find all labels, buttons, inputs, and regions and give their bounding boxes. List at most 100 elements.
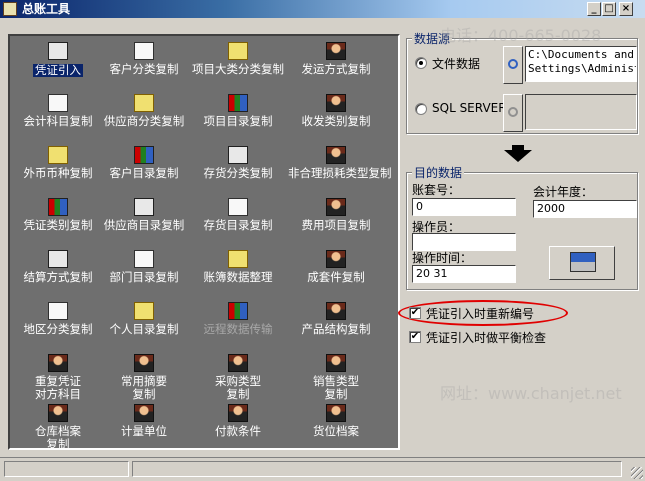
supplier-category-copy-icon [134,94,154,112]
tool-label: 付款条件 [215,424,261,438]
tool-department-catalog-copy[interactable]: 部门目录复制 [96,250,192,284]
file-data-label: 文件数据 [432,57,481,71]
receive-send-category-copy-icon [326,94,346,112]
tool-supplier-catalog-copy[interactable]: 供应商目录复制 [96,198,192,232]
department-catalog-copy-icon [134,250,154,268]
time-input[interactable]: 20 31 [412,265,516,283]
tool-label: 重复凭证 对方科目 [35,374,81,401]
tool-label: 发运方式复制 [301,62,371,76]
tool-inventory-catalog-copy[interactable]: 存货目录复制 [190,198,286,232]
tool-label: 仓库档案 复制 [35,424,81,451]
tool-expense-item-copy[interactable]: 费用项目复制 [288,198,384,232]
tool-account-subject-copy[interactable]: 会计科目复制 [10,94,106,128]
tool-sales-type-copy[interactable]: 销售类型 复制 [288,354,384,401]
tool-shipping-method-copy[interactable]: 发运方式复制 [288,42,384,76]
unreasonable-loss-type-copy-icon [326,146,346,164]
tool-voucher-import[interactable]: 凭证引入 [10,42,106,77]
tool-label: 销售类型 复制 [313,374,359,401]
account-input[interactable]: 0 [412,198,516,216]
tool-remote-data-transfer[interactable]: 远程数据传输 [190,302,286,336]
tool-label: 地区分类复制 [23,322,93,336]
renumber-label: 凭证引入时重新编号 [426,307,535,321]
file-browse-button[interactable] [503,46,523,84]
tool-ledger-data-cleanup[interactable]: 账簿数据整理 [190,250,286,284]
tool-measurement-unit[interactable]: 计量单位 [96,404,192,438]
repeat-voucher-contra-account-icon [48,354,68,372]
minimize-button[interactable]: _ [587,2,601,16]
region-category-copy-icon [48,302,68,320]
tool-label: 非合理损耗类型复制 [288,166,392,180]
tool-label: 项目目录复制 [203,114,273,128]
warehouse-archive-copy-icon [48,404,68,422]
tool-inventory-category-copy[interactable]: 存货分类复制 [190,146,286,180]
kit-copy-icon [326,250,346,268]
file-path-input[interactable]: C:\Documents and Settings\Administ [525,46,637,82]
tool-region-category-copy[interactable]: 地区分类复制 [10,302,106,336]
tool-label: 账簿数据整理 [203,270,273,284]
resize-grip[interactable] [631,467,643,479]
tool-receive-send-category-copy[interactable]: 收发类别复制 [288,94,384,128]
sales-type-copy-icon [326,354,346,372]
sql-server-input[interactable] [525,94,637,130]
execute-button[interactable] [549,246,615,280]
tool-warehouse-archive-copy[interactable]: 仓库档案 复制 [10,404,106,451]
payment-terms-icon [228,404,248,422]
tool-label: 凭证引入 [33,63,83,77]
sql-server-label: SQL SERVER [432,101,507,115]
tool-common-summary-copy[interactable]: 常用摘要 复制 [96,354,192,401]
balance-check-checkbox[interactable]: ✔ [409,331,421,343]
tool-foreign-currency-copy[interactable]: 外币币种复制 [10,146,106,180]
tool-supplier-category-copy[interactable]: 供应商分类复制 [96,94,192,128]
tool-label: 货位档案 [313,424,359,438]
tool-label: 部门目录复制 [109,270,179,284]
magnifier-icon [508,107,518,117]
tool-customer-catalog-copy[interactable]: 客户目录复制 [96,146,192,180]
voucher-category-copy-icon [48,198,68,216]
sql-server-radio[interactable] [415,103,427,115]
tool-unreasonable-loss-type-copy[interactable]: 非合理损耗类型复制 [288,146,392,180]
tool-project-major-category-copy[interactable]: 项目大类分类复制 [190,42,286,76]
tool-label: 常用摘要 复制 [121,374,167,401]
file-data-radio[interactable] [415,57,427,69]
project-catalog-copy-icon [228,94,248,112]
personal-catalog-copy-icon [134,302,154,320]
ledger-data-cleanup-icon [228,250,248,268]
tool-storage-location-archive[interactable]: 货位档案 [288,404,384,438]
maximize-button[interactable]: □ [602,2,616,16]
account-label: 账套号： [412,183,461,197]
foreign-currency-copy-icon [48,146,68,164]
tool-project-catalog-copy[interactable]: 项目目录复制 [190,94,286,128]
tool-customer-category-copy[interactable]: 客户分类复制 [96,42,192,76]
close-button[interactable]: × [619,2,633,16]
storage-location-archive-icon [326,404,346,422]
tool-label: 存货分类复制 [203,166,273,180]
target-group-title: 目的数据 [412,164,465,181]
tool-label: 项目大类分类复制 [192,62,284,76]
tool-settlement-method-copy[interactable]: 结算方式复制 [10,250,106,284]
tool-label: 产品结构复制 [301,322,371,336]
sql-browse-button[interactable] [503,94,523,132]
supplier-catalog-copy-icon [134,198,154,216]
source-group-title: 数据源 [412,30,453,47]
tool-product-structure-copy[interactable]: 产品结构复制 [288,302,384,336]
tool-purchase-type-copy[interactable]: 采购类型 复制 [190,354,286,401]
title-bar: 总账工具 _ □ × [0,0,645,18]
tool-repeat-voucher-contra-account[interactable]: 重复凭证 对方科目 [10,354,106,401]
year-input[interactable]: 2000 [533,200,637,218]
balance-check-label: 凭证引入时做平衡检查 [426,331,547,345]
tool-personal-catalog-copy[interactable]: 个人目录复制 [96,302,192,336]
product-structure-copy-icon [326,302,346,320]
tool-kit-copy[interactable]: 成套件复制 [288,250,384,284]
tool-label: 存货目录复制 [203,218,273,232]
tool-label: 计量单位 [121,424,167,438]
renumber-checkbox[interactable]: ✔ [409,307,421,319]
app-icon [3,2,17,16]
tool-label: 采购类型 复制 [215,374,261,401]
status-bar [0,457,645,481]
tool-voucher-category-copy[interactable]: 凭证类别复制 [10,198,106,232]
down-arrow-icon [504,150,532,162]
tool-payment-terms[interactable]: 付款条件 [190,404,286,438]
voucher-import-icon [48,42,68,60]
settlement-method-copy-icon [48,250,68,268]
year-label: 会计年度： [533,185,594,199]
